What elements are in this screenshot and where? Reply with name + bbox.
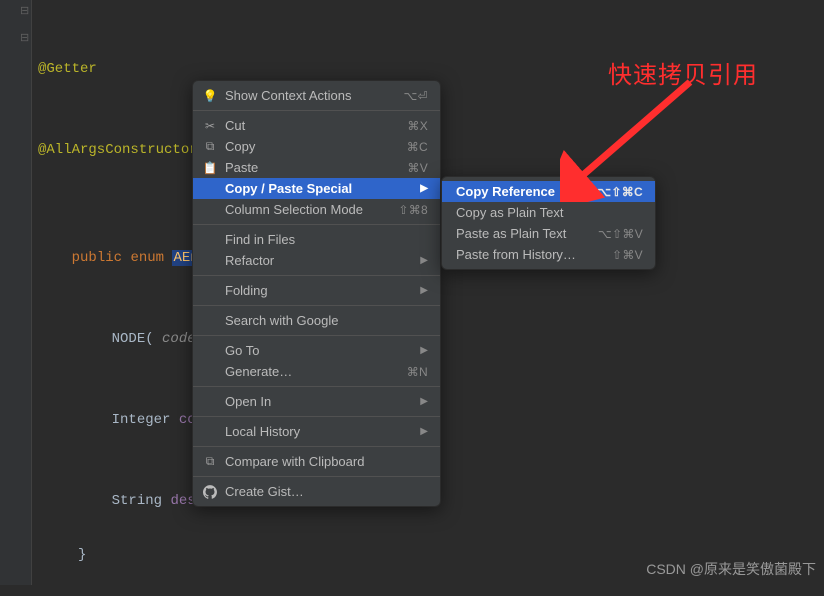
menu-separator — [193, 224, 440, 225]
blank-icon — [201, 181, 219, 197]
menu-folding[interactable]: Folding ▶ — [193, 280, 440, 301]
menu-separator — [193, 110, 440, 111]
field-type: Integer — [112, 412, 171, 428]
annotation-getter: @Getter — [38, 61, 97, 77]
blank-icon — [201, 202, 219, 218]
compare-icon: ⧉ — [201, 454, 219, 470]
menu-column-selection[interactable]: Column Selection Mode ⇧⌘8 — [193, 199, 440, 220]
chevron-right-icon: ▶ — [420, 396, 428, 407]
enum-constant: NODE( — [112, 331, 154, 347]
github-icon — [201, 484, 219, 500]
copy-icon: ⧉ — [201, 139, 219, 155]
menu-separator — [193, 386, 440, 387]
blank-icon — [201, 424, 219, 440]
editor-gutter: ⊟ ⊟ — [0, 0, 32, 585]
close-brace: } — [78, 547, 86, 563]
field-type: String — [112, 493, 162, 509]
submenu-paste-history[interactable]: Paste from History… ⇧⌘V — [442, 244, 655, 265]
menu-paste[interactable]: 📋 Paste ⌘V — [193, 157, 440, 178]
fold-marker-icon: ⊟ — [20, 31, 29, 45]
chevron-right-icon: ▶ — [420, 183, 428, 194]
menu-refactor[interactable]: Refactor ▶ — [193, 250, 440, 271]
fold-marker-icon: ⊟ — [20, 4, 29, 18]
blank-icon — [201, 313, 219, 329]
chevron-right-icon: ▶ — [420, 345, 428, 356]
menu-separator — [193, 305, 440, 306]
annotation-label: 快速拷贝引用 — [608, 55, 758, 90]
menu-search-google[interactable]: Search with Google — [193, 310, 440, 331]
blank-icon — [201, 394, 219, 410]
menu-open-in[interactable]: Open In ▶ — [193, 391, 440, 412]
submenu-paste-plain[interactable]: Paste as Plain Text ⌥⇧⌘V — [442, 223, 655, 244]
submenu-copy-reference[interactable]: Copy Reference ⌥⇧⌘C — [442, 181, 655, 202]
menu-create-gist[interactable]: Create Gist… — [193, 481, 440, 502]
menu-goto[interactable]: Go To ▶ — [193, 340, 440, 361]
keyword-enum: enum — [130, 250, 164, 266]
copy-paste-special-submenu[interactable]: Copy Reference ⌥⇧⌘C Copy as Plain Text P… — [441, 176, 656, 270]
menu-separator — [193, 476, 440, 477]
blank-icon — [201, 343, 219, 359]
keyword-public: public — [72, 250, 122, 266]
menu-copy-paste-special[interactable]: Copy / Paste Special ▶ — [193, 178, 440, 199]
menu-separator — [193, 275, 440, 276]
cut-icon: ✂ — [201, 118, 219, 134]
bulb-icon: 💡 — [201, 88, 219, 104]
menu-generate[interactable]: Generate… ⌘N — [193, 361, 440, 382]
menu-find-in-files[interactable]: Find in Files — [193, 229, 440, 250]
menu-cut[interactable]: ✂ Cut ⌘X — [193, 115, 440, 136]
menu-copy[interactable]: ⧉ Copy ⌘C — [193, 136, 440, 157]
blank-icon — [201, 232, 219, 248]
menu-separator — [193, 335, 440, 336]
chevron-right-icon: ▶ — [420, 426, 428, 437]
menu-compare-clipboard[interactable]: ⧉ Compare with Clipboard — [193, 451, 440, 472]
blank-icon — [201, 253, 219, 269]
blank-icon — [201, 283, 219, 299]
menu-separator — [193, 446, 440, 447]
submenu-copy-plain[interactable]: Copy as Plain Text — [442, 202, 655, 223]
menu-separator — [193, 416, 440, 417]
chevron-right-icon: ▶ — [420, 255, 428, 266]
menu-show-context-actions[interactable]: 💡 Show Context Actions ⌥⏎ — [193, 85, 440, 106]
annotation-allargs: @AllArgsConstructor — [38, 142, 198, 158]
blank-icon — [201, 364, 219, 380]
watermark-text: CSDN @原来是笑傲菌殿下 — [646, 559, 816, 579]
chevron-right-icon: ▶ — [420, 285, 428, 296]
menu-local-history[interactable]: Local History ▶ — [193, 421, 440, 442]
context-menu[interactable]: 💡 Show Context Actions ⌥⏎ ✂ Cut ⌘X ⧉ Cop… — [192, 80, 441, 507]
paste-icon: 📋 — [201, 160, 219, 176]
